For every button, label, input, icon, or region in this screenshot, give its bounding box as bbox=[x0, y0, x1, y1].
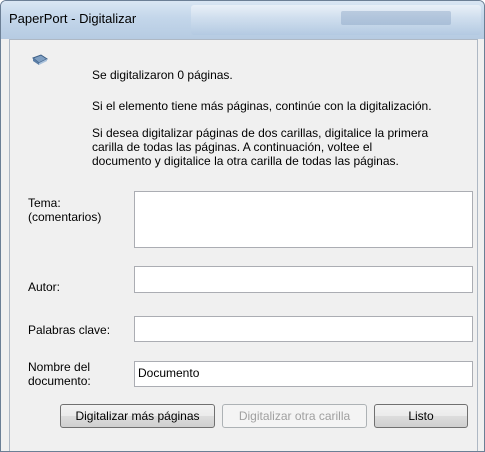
scan-more-pages-button[interactable]: Digitalizar más páginas bbox=[60, 404, 215, 428]
keywords-field[interactable] bbox=[134, 316, 473, 342]
title-bar-glass-reflection bbox=[341, 11, 451, 25]
duplex-message-line-2: carilla de todas las páginas. A continua… bbox=[92, 140, 373, 154]
duplex-message-line-1: Si desea digitalizar páginas de dos cari… bbox=[92, 126, 429, 140]
dialog-body: Se digitalizaron 0 páginas. Si el elemen… bbox=[9, 39, 478, 451]
autor-label: Autor: bbox=[28, 280, 61, 294]
tema-label-line-2: (comentarios) bbox=[28, 210, 102, 224]
keywords-label: Palabras clave: bbox=[28, 323, 111, 337]
done-button[interactable]: Listo bbox=[374, 404, 468, 428]
scanner-icon bbox=[32, 54, 48, 66]
docname-label-line-1: Nombre del bbox=[28, 360, 91, 374]
scan-dialog-window: PaperPort - Digitalizar Se digitalizaron… bbox=[0, 0, 485, 452]
window-title: PaperPort - Digitalizar bbox=[9, 11, 137, 26]
duplex-message-line-3: documento y digitalice la otra carilla d… bbox=[92, 154, 399, 168]
scanned-count-message: Se digitalizaron 0 páginas. bbox=[92, 68, 233, 82]
scan-other-side-button[interactable]: Digitalizar otra carilla bbox=[222, 404, 367, 428]
title-bar[interactable]: PaperPort - Digitalizar bbox=[1, 1, 484, 39]
docname-field[interactable]: Documento bbox=[134, 361, 473, 387]
tema-label-line-1: Tema: bbox=[28, 196, 61, 210]
autor-field[interactable] bbox=[134, 266, 473, 293]
more-pages-message: Si el elemento tiene más páginas, contin… bbox=[92, 99, 432, 113]
docname-label-line-2: documento: bbox=[28, 374, 91, 388]
tema-comments-field[interactable] bbox=[134, 191, 473, 248]
